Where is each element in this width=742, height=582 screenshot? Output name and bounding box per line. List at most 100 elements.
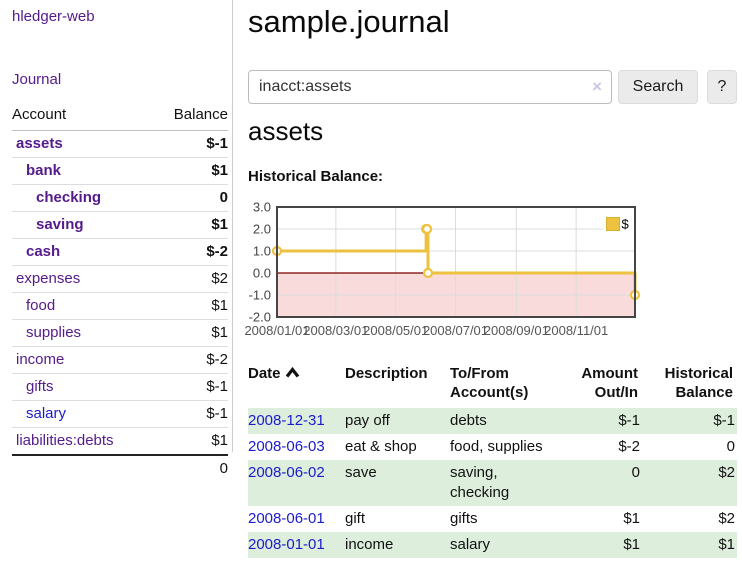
help-button[interactable]: ? xyxy=(707,70,737,104)
sidebar-account-link-expenses[interactable]: expenses xyxy=(16,270,80,287)
balance-header-line2: Balance xyxy=(675,384,733,401)
sidebar-account-link-cash[interactable]: cash xyxy=(26,243,60,260)
chart-legend-label: $ xyxy=(622,217,630,232)
register-header-row: Date Description To/From Account(s) Amou… xyxy=(248,362,737,408)
y-axis-tick-label: 1.0 xyxy=(253,244,271,259)
register-table: Date Description To/From Account(s) Amou… xyxy=(248,362,737,558)
account-row: gifts $-1 xyxy=(12,374,228,401)
register-row: 2008-06-01giftgifts$1$2 xyxy=(248,506,737,532)
account-heading: assets xyxy=(248,112,323,150)
brand-link[interactable]: hledger-web xyxy=(12,8,232,25)
sidebar-item-journal[interactable]: Journal xyxy=(12,71,232,88)
register-row: 2008-06-02savesaving, checking0$2 xyxy=(248,460,737,506)
accounts-header-line2: Account(s) xyxy=(450,384,528,401)
transaction-accounts: food, supplies xyxy=(450,434,558,460)
x-axis-tick-label: 2008/09/01 xyxy=(484,323,549,338)
sidebar-account-link-saving[interactable]: saving xyxy=(36,216,84,233)
register-row: 2008-12-31pay offdebts$-1$-1 xyxy=(248,408,737,434)
transaction-balance: $1 xyxy=(642,532,737,558)
register-column-header-balance: Historical Balance xyxy=(642,362,737,408)
transaction-amount: 0 xyxy=(558,460,642,506)
main-content: sample.journal × Search ? assets Histori… xyxy=(248,0,742,582)
transaction-date-link[interactable]: 2008-12-31 xyxy=(248,412,325,429)
clear-search-icon[interactable]: × xyxy=(592,78,602,95)
account-balance: $1 xyxy=(120,320,228,347)
account-row: salary$-1 xyxy=(12,401,228,428)
register-row: 2008-01-01incomesalary$1$1 xyxy=(248,532,737,558)
transaction-amount: $-2 xyxy=(558,434,642,460)
sidebar: hledger-web Journal Account Balance asse… xyxy=(0,0,233,452)
account-row: assets $-1 xyxy=(12,131,228,158)
accounts-table-body: assets$-1bank$1checking0saving$1cash$-2e… xyxy=(12,131,228,456)
account-balance: $-1 xyxy=(120,374,228,401)
account-balance: $1 xyxy=(120,293,228,320)
transaction-date-link[interactable]: 2008-01-01 xyxy=(248,536,325,553)
account-row: bank $1 xyxy=(12,158,228,185)
transaction-balance: $2 xyxy=(642,506,737,532)
sidebar-account-link-salary[interactable]: salary xyxy=(26,405,66,422)
account-balance: $-1 xyxy=(120,131,228,158)
account-row: income $-2 xyxy=(12,347,228,374)
chart-legend-swatch xyxy=(607,218,620,231)
account-balance: $1 xyxy=(120,212,228,239)
date-header-label: Date xyxy=(248,365,281,382)
sidebar-account-link-gifts[interactable]: gifts xyxy=(26,378,54,395)
chart-data-point xyxy=(423,225,431,233)
accounts-total-row: 0 xyxy=(12,455,228,482)
account-balance: $2 xyxy=(120,266,228,293)
account-row: saving $1 xyxy=(12,212,228,239)
accounts-total-spacer xyxy=(12,455,120,482)
account-row: supplies $1 xyxy=(12,320,228,347)
historical-balance-chart: $3.02.01.00.0-1.0-2.02008/01/012008/03/0… xyxy=(237,199,643,345)
transaction-description: eat & shop xyxy=(345,434,450,460)
accounts-column-header-account: Account xyxy=(12,105,120,131)
account-balance: $1 xyxy=(120,428,228,456)
register-column-header-date[interactable]: Date xyxy=(248,362,345,408)
sidebar-account-link-food[interactable]: food xyxy=(26,297,55,314)
transaction-balance: $2 xyxy=(642,460,737,506)
x-axis-tick-label: 2008/05/01 xyxy=(363,323,428,338)
accounts-table: Account Balance assets $-1 bank $1 checking 0… xyxy=(12,105,228,482)
y-axis-tick-label: 0.0 xyxy=(253,266,271,281)
accounts-header-line1: To/From xyxy=(450,365,509,382)
transaction-amount: $1 xyxy=(558,532,642,558)
accounts-header-row: Account Balance xyxy=(12,105,228,131)
x-axis-tick-label: 2008/07/01 xyxy=(423,323,488,338)
chart-data-point xyxy=(424,269,432,277)
transaction-balance: 0 xyxy=(642,434,737,460)
account-row: checking 0 xyxy=(12,185,228,212)
y-axis-tick-label: 3.0 xyxy=(253,200,271,215)
sidebar-account-link-bank[interactable]: bank xyxy=(26,162,61,179)
account-balance: 0 xyxy=(120,185,228,212)
balance-header-line1: Historical xyxy=(665,365,733,382)
transaction-amount: $1 xyxy=(558,506,642,532)
accounts-column-header-balance: Balance xyxy=(120,105,228,131)
transaction-date-link[interactable]: 2008-06-01 xyxy=(248,510,325,527)
search-button[interactable]: Search xyxy=(618,70,698,104)
transaction-date-link[interactable]: 2008-06-03 xyxy=(248,438,325,455)
x-axis-tick-label: 2008/01/01 xyxy=(244,323,309,338)
register-table-body: 2008-12-31pay offdebts$-1$-12008-06-03ea… xyxy=(248,408,737,558)
account-row: food $1 xyxy=(12,293,228,320)
sidebar-account-link-income[interactable]: income xyxy=(16,351,64,368)
sidebar-account-link-liabilities-debts[interactable]: liabilities:debts xyxy=(16,432,114,449)
account-balance: $-2 xyxy=(120,347,228,374)
account-row: expenses $2 xyxy=(12,266,228,293)
account-row: cash$-2 xyxy=(12,239,228,266)
register-column-header-accounts: To/From Account(s) xyxy=(450,362,558,408)
account-balance: $1 xyxy=(120,158,228,185)
transaction-accounts: salary xyxy=(450,532,558,558)
account-row: liabilities:debts $1 xyxy=(12,428,228,456)
transaction-balance: $-1 xyxy=(642,408,737,434)
transaction-description: income xyxy=(345,532,450,558)
search-form: × xyxy=(248,70,612,104)
sidebar-account-link-assets[interactable]: assets xyxy=(16,135,63,152)
sidebar-account-link-supplies[interactable]: supplies xyxy=(26,324,81,341)
register-column-header-amount: Amount Out/In xyxy=(558,362,642,408)
sidebar-account-link-checking[interactable]: checking xyxy=(36,189,101,206)
y-axis-tick-label: 2.0 xyxy=(253,222,271,237)
search-input[interactable] xyxy=(248,70,612,104)
transaction-accounts: debts xyxy=(450,408,558,434)
transaction-date-link[interactable]: 2008-06-02 xyxy=(248,464,325,481)
amount-header-line1: Amount xyxy=(581,365,638,382)
